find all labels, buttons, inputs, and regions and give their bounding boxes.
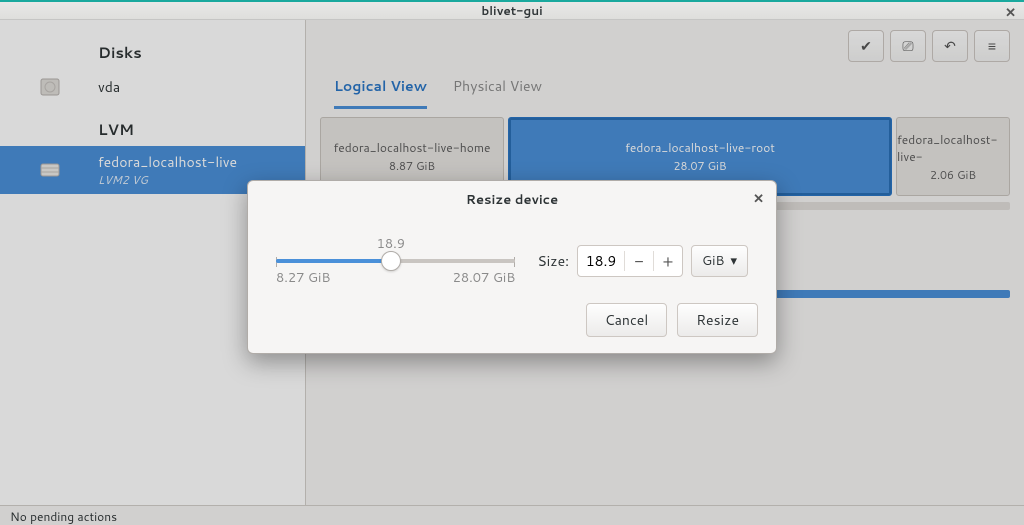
size-decrement-button[interactable]: − (625, 250, 653, 273)
dialog-title-text: Resize device (466, 191, 558, 209)
unit-dropdown[interactable]: GiB ▾ (691, 245, 748, 277)
size-spinbox: − + (577, 245, 683, 277)
size-slider[interactable]: 18.9 8.27 GiB 28.07 GiB (276, 237, 515, 285)
window-titlebar: blivet-gui ✕ (0, 0, 1024, 20)
size-input-group: Size: − + GiB ▾ (537, 245, 748, 277)
slider-track (276, 259, 515, 263)
window-title: blivet-gui (481, 2, 542, 19)
resize-button[interactable]: Resize (677, 303, 758, 337)
resize-dialog: Resize device ✕ 18.9 8.27 GiB 28.07 GiB … (247, 180, 777, 354)
slider-max-label: 28.07 GiB (453, 269, 516, 287)
size-label: Size: (537, 251, 569, 271)
size-increment-button[interactable]: + (654, 250, 682, 273)
slider-fill (276, 259, 391, 263)
chevron-down-icon: ▾ (730, 252, 737, 270)
dialog-body: 18.9 8.27 GiB 28.07 GiB Size: − + GiB ▾ (248, 219, 776, 293)
slider-thumb[interactable] (381, 251, 401, 271)
dialog-close-icon[interactable]: ✕ (753, 190, 764, 208)
slider-min-label: 8.27 GiB (276, 269, 330, 287)
dialog-titlebar: Resize device ✕ (248, 181, 776, 219)
dialog-actions: Cancel Resize (248, 293, 776, 353)
unit-label: GiB (702, 252, 724, 270)
cancel-button[interactable]: Cancel (586, 303, 668, 337)
size-input[interactable] (578, 251, 624, 271)
